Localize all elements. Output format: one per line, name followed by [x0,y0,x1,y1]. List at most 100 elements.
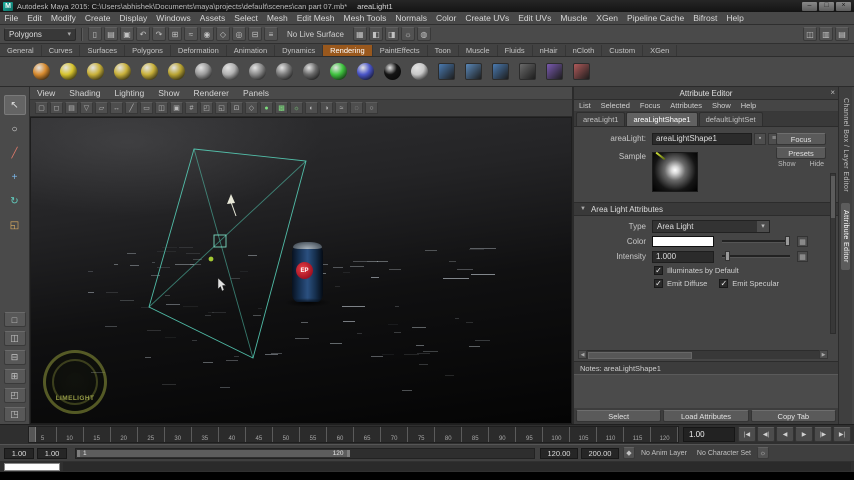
make-object-live-icon[interactable]: ◎ [232,27,246,41]
image-plane-icon[interactable]: ▱ [95,102,108,114]
ae-menu-item[interactable]: Show [707,101,736,110]
select-camera-icon[interactable]: ▢ [35,102,48,114]
safe-action-icon[interactable]: ◰ [200,102,213,114]
close-button[interactable]: × [836,1,851,11]
x-ray-icon[interactable]: ◌ [350,102,363,114]
emit-diffuse-checkbox[interactable]: ✓ [654,279,663,288]
panel-menu-item[interactable]: Shading [62,88,107,98]
rotate-tool[interactable]: ↻ [4,191,26,211]
shelf-render-settings[interactable] [519,63,536,80]
ae-tab[interactable]: defaultLightSet [698,112,763,126]
shelf-tab[interactable]: General [0,45,42,56]
shelf-directional-light[interactable] [60,63,77,80]
ae-menu-item[interactable]: Attributes [665,101,707,110]
ae-menu-item[interactable]: Selected [596,101,635,110]
shelf-tab[interactable]: Toon [428,45,459,56]
shelf-anisotropic-material[interactable] [195,63,212,80]
close-icon[interactable]: × [830,88,835,97]
shelf-spot-light[interactable] [114,63,131,80]
field-chart-icon[interactable]: # [185,102,198,114]
maximize-button[interactable]: □ [819,1,834,11]
shadows-icon[interactable]: ◐ [305,102,318,114]
intensity-slider[interactable] [722,251,790,261]
shelf-surface-shader[interactable] [411,63,428,80]
shelf-ocean-shader[interactable] [357,63,374,80]
save-scene-icon[interactable]: ▣ [120,27,134,41]
light-name-field[interactable] [652,132,752,145]
shelf-tab[interactable]: Dynamics [275,45,324,56]
panel-menu-item[interactable]: Renderer [187,88,236,98]
snap-to-plane-icon[interactable]: ◇ [216,27,230,41]
menu-item[interactable]: Help [722,13,748,23]
use-all-lights-icon[interactable]: ☼ [290,102,303,114]
menu-item[interactable]: Mesh Tools [339,13,391,23]
menu-item[interactable]: Mesh [262,13,292,23]
move-manipulator[interactable] [227,194,237,217]
attribute-editor-header[interactable]: Attribute Editor × [574,87,838,100]
horizontal-scrollbar[interactable]: ◀ ▶ [578,350,828,359]
shelf-ramp-shader[interactable] [330,63,347,80]
go-to-start-button[interactable]: |◀ [738,427,756,442]
motion-blur-icon[interactable]: ≈ [335,102,348,114]
menu-item[interactable]: Assets [195,13,230,23]
menu-item[interactable]: Edit Mesh [292,13,339,23]
isolate-select-icon[interactable]: ○ [365,102,378,114]
illuminates-by-default-checkbox[interactable]: ✓ [654,266,663,275]
animation-preferences-icon[interactable]: ☼ [757,447,770,459]
ae-menu-item[interactable]: Focus [635,101,665,110]
render-settings-icon[interactable]: ☼ [400,27,415,41]
new-scene-icon[interactable]: ▯ [88,27,102,41]
notes-area[interactable] [574,374,838,408]
footer-button[interactable]: Copy Tab [750,410,836,422]
film-gate-icon[interactable]: ▭ [140,102,153,114]
play-forwards-button[interactable]: ▶ [795,427,813,442]
panel-menu-item[interactable]: Panels [236,88,276,98]
shelf-ipr-render[interactable] [492,63,509,80]
shelf-ambient-light[interactable] [33,63,50,80]
shelf-tab[interactable]: Animation [227,45,276,56]
presets-button[interactable]: Presets [776,147,826,159]
shelf-point-light[interactable] [87,63,104,80]
resolution-gate-icon[interactable]: ◫ [155,102,168,114]
menu-item[interactable]: XGen [592,13,623,23]
show-modeling-toolkit-icon[interactable]: ◫ [803,27,817,41]
menu-item[interactable]: Muscle [556,13,592,23]
undo-icon[interactable]: ↶ [136,27,150,41]
menu-item[interactable]: Windows [152,13,195,23]
range-track[interactable]: 1 120 [75,447,535,459]
vertical-scrollbar[interactable] [830,173,836,334]
range-bar[interactable]: 1 120 [77,449,350,457]
shelf-layered-shader[interactable] [303,63,320,80]
color-texture-map-button[interactable]: ▦ [797,236,808,247]
wireframe-icon[interactable]: ◇ [245,102,258,114]
notes-header[interactable]: Notes: areaLightShape1 [574,361,838,374]
menu-item[interactable]: File [0,13,23,23]
hypershade-icon[interactable]: ◍ [416,27,431,41]
menu-item[interactable]: Create UVs [461,13,514,23]
color-swatch[interactable] [652,236,714,247]
shelf-black-hole[interactable] [384,63,401,80]
grease-pencil-icon[interactable]: ╱ [125,102,138,114]
show-channel-box-icon[interactable]: ▤ [835,27,849,41]
lock-camera-icon[interactable]: ◻ [50,102,63,114]
ipr-render-icon[interactable]: ◨ [384,27,399,41]
shelf-tab[interactable]: Curves [42,45,81,56]
area-light-wireframe[interactable] [148,148,307,359]
textured-icon[interactable]: ▩ [275,102,288,114]
smooth-shade-icon[interactable]: ● [260,102,273,114]
section-area-light-attributes[interactable]: ▼ Area Light Attributes [574,202,838,216]
construction-history-icon[interactable]: ⊟ [248,27,262,41]
shelf-light-linking[interactable] [573,63,590,80]
bookmarks-icon[interactable]: ▽ [80,102,93,114]
menu-item[interactable]: Bifrost [689,13,722,23]
soda-can[interactable]: EP [284,242,331,307]
color-slider[interactable] [722,236,790,246]
character-set-label[interactable]: No Character Set [697,450,751,457]
animation-start-field[interactable]: 1.00 [4,447,34,459]
safe-title-icon[interactable]: ◱ [215,102,228,114]
scroll-right-icon[interactable]: ▶ [819,350,828,359]
attribute-editor-tab[interactable]: Attribute Editor [841,203,850,270]
light-type-dropdown[interactable]: Area Light ▾ [652,220,770,233]
channel-box-tab[interactable]: Channel Box / Layer Editor [841,91,850,199]
select-by-hierarchy-icon[interactable]: ≡ [264,27,278,41]
